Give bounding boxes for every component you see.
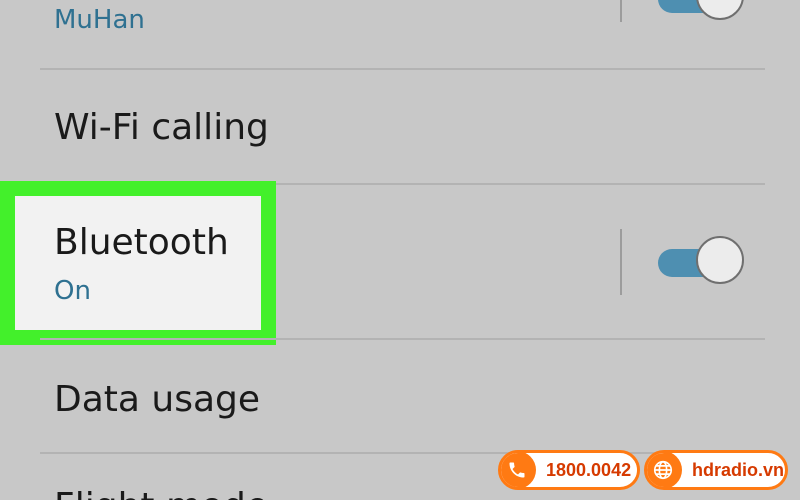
data-usage-row[interactable]: Data usage — [0, 340, 800, 450]
phone-number: 1800.0042 — [546, 459, 632, 480]
phone-icon — [501, 453, 536, 487]
globe-icon — [647, 453, 682, 487]
bluetooth-toggle[interactable] — [658, 236, 748, 288]
bluetooth-toggle-knob — [696, 236, 744, 284]
bluetooth-label: Bluetooth — [54, 222, 229, 263]
wifi-network-name: MuHan — [54, 5, 145, 35]
wifi-toggle-separator — [620, 0, 622, 22]
website-url: hdradio.vn — [692, 459, 785, 480]
flight-mode-label: Flight mode — [54, 489, 268, 500]
website-badge[interactable]: hdradio.vn — [644, 450, 788, 490]
bluetooth-toggle-separator — [620, 229, 622, 295]
bluetooth-row[interactable]: Bluetooth On — [0, 181, 800, 345]
data-usage-label: Data usage — [54, 379, 261, 420]
wifi-calling-label: Wi-Fi calling — [54, 107, 269, 148]
phone-badge[interactable]: 1800.0042 — [498, 450, 640, 490]
settings-screen: MuHan Wi-Fi calling Bluetooth On Data us… — [0, 0, 800, 500]
bluetooth-highlight-box — [0, 181, 276, 345]
bluetooth-status: On — [54, 276, 91, 306]
wifi-calling-row[interactable]: Wi-Fi calling — [0, 70, 800, 183]
wifi-toggle-knob — [696, 0, 744, 20]
wifi-toggle[interactable] — [658, 0, 748, 24]
